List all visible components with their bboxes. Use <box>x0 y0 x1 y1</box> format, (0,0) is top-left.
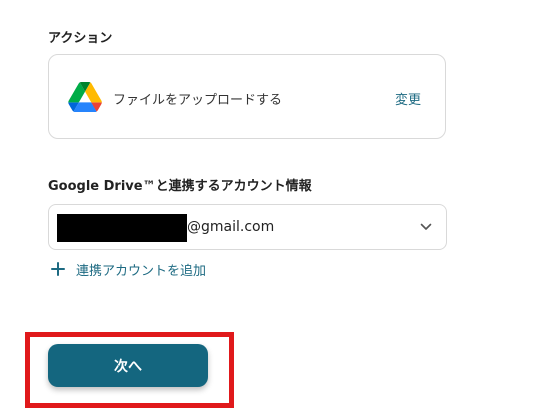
add-account-label: 連携アカウントを追加 <box>76 263 207 279</box>
action-card: ファイルをアップロードする 変更 <box>48 54 446 139</box>
selected-email-suffix: @gmail.com <box>187 219 275 235</box>
google-drive-icon <box>68 82 102 112</box>
page: アクション ファイルをアップロードする 変更 Google Drive™と連携す… <box>0 0 544 409</box>
action-name: ファイルをアップロードする <box>113 93 283 108</box>
account-select-dropdown[interactable]: @gmail.com <box>48 204 447 250</box>
add-account-link[interactable]: 連携アカウントを追加 <box>51 259 206 279</box>
chevron-down-icon <box>420 223 432 230</box>
change-action-link[interactable]: 変更 <box>395 89 421 108</box>
action-section-label: アクション <box>48 31 113 46</box>
next-button[interactable]: 次へ <box>48 344 208 387</box>
plus-icon <box>51 262 65 276</box>
redacted-email-block <box>57 214 187 242</box>
account-section-label: Google Drive™と連携するアカウント情報 <box>48 179 312 194</box>
